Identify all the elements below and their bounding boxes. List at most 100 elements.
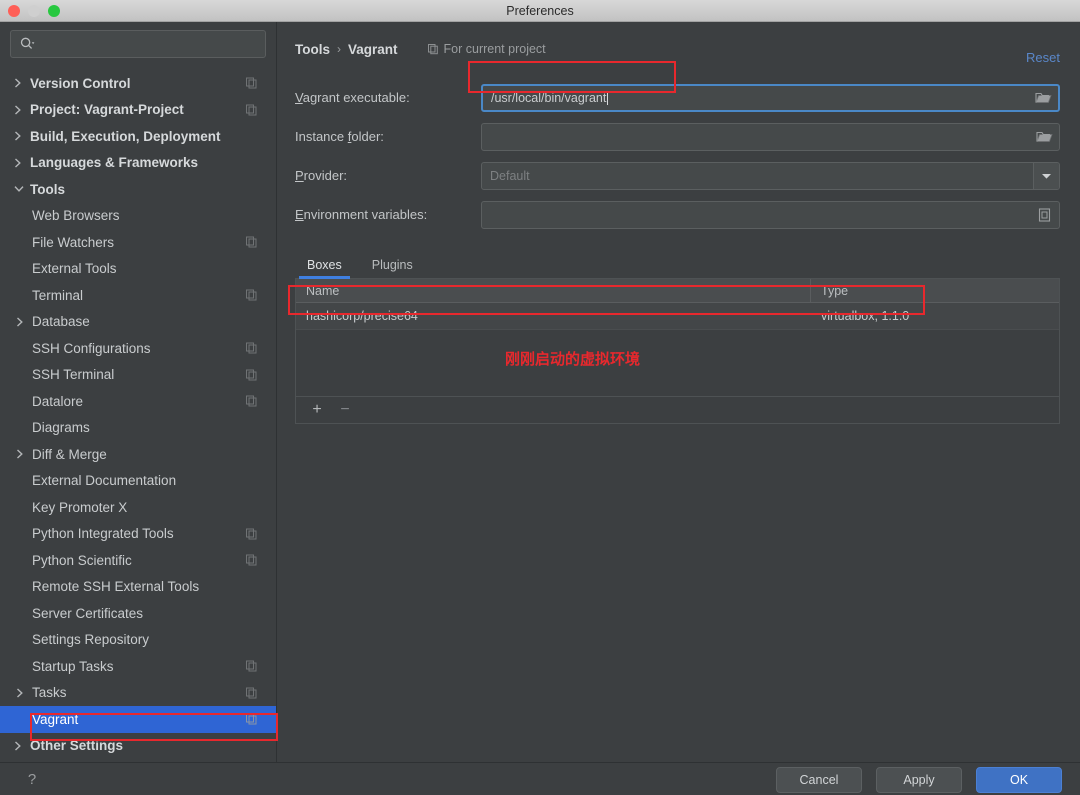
scope-note-label: For current project (443, 42, 546, 56)
sidebar-item-label: File Watchers (32, 234, 115, 250)
sidebar-item-settings-repository[interactable]: Settings Repository (0, 627, 276, 654)
copy-settings-icon[interactable] (245, 236, 258, 249)
sidebar-item-tasks[interactable]: Tasks (0, 680, 276, 707)
form-row-vagrant-executable: Vagrant executable: /usr/local/bin/vagran… (295, 78, 1060, 117)
vagrant-settings-form: Vagrant executable: /usr/local/bin/vagran… (295, 78, 1060, 234)
sidebar-item-vagrant[interactable]: Vagrant (0, 706, 276, 733)
tab-plugins[interactable]: Plugins (360, 252, 425, 278)
sidebar-item-label: Tools (30, 181, 65, 197)
apply-button[interactable]: Apply (876, 767, 962, 793)
copy-settings-icon[interactable] (245, 342, 258, 355)
search-box[interactable] (10, 30, 266, 58)
breadcrumb: Tools › Vagrant For current project (295, 40, 1060, 58)
folder-browse-icon[interactable] (1034, 128, 1054, 146)
sidebar-item-datalore[interactable]: Datalore (0, 388, 276, 415)
cell-box-name: hashicorp/precise64 (306, 309, 418, 323)
add-box-button[interactable]: + (308, 401, 326, 419)
sidebar-item-build-execution-deployment[interactable]: Build, Execution, Deployment (0, 123, 276, 150)
sidebar-item-version-control[interactable]: Version Control (0, 70, 276, 97)
sidebar-item-label: SSH Configurations (32, 340, 151, 356)
sidebar-item-tools[interactable]: Tools (0, 176, 276, 203)
chevron-right-icon[interactable] (14, 105, 30, 115)
sidebar-item-external-documentation[interactable]: External Documentation (0, 468, 276, 495)
chevron-right-icon[interactable] (14, 158, 30, 168)
sidebar-item-label: Diagrams (32, 420, 90, 436)
sidebar-item-label: SSH Terminal (32, 367, 115, 383)
column-header-name[interactable]: Name (296, 279, 811, 302)
sidebar-item-label: Diff & Merge (32, 446, 107, 462)
chevron-right-icon[interactable] (16, 688, 32, 698)
input-provider[interactable]: Default (481, 161, 1060, 190)
sidebar-item-label: Build, Execution, Deployment (30, 128, 221, 144)
chevron-down-icon[interactable] (14, 185, 30, 193)
chevron-right-icon[interactable] (14, 131, 30, 141)
sidebar-item-database[interactable]: Database (0, 309, 276, 336)
sidebar-item-label: Settings Repository (32, 632, 150, 648)
sidebar-item-ssh-terminal[interactable]: SSH Terminal (0, 362, 276, 389)
copy-settings-icon[interactable] (245, 368, 258, 381)
table-row[interactable]: hashicorp/precise64 virtualbox, 1.1.0 (296, 303, 1059, 330)
cancel-button[interactable]: Cancel (776, 767, 862, 793)
chevron-right-icon[interactable] (14, 78, 30, 88)
form-row-environment-variables: Environment variables: (295, 195, 1060, 234)
label-instance-folder: Instance folder: (295, 129, 384, 144)
sidebar-item-key-promoter-x[interactable]: Key Promoter X (0, 494, 276, 521)
copy-settings-icon[interactable] (245, 103, 258, 116)
sidebar-item-ssh-configurations[interactable]: SSH Configurations (0, 335, 276, 362)
ok-button[interactable]: OK (976, 767, 1062, 793)
label-vagrant-executable: Vagrant executable: (295, 90, 410, 105)
window-body: Version Control Project: Vagrant-Project B… (0, 22, 1080, 795)
sidebar-item-label: Datalore (32, 393, 84, 409)
expand-editor-icon[interactable] (1034, 206, 1054, 224)
sidebar-item-file-watchers[interactable]: File Watchers (0, 229, 276, 256)
chevron-right-icon[interactable] (16, 449, 32, 459)
copy-settings-icon[interactable] (245, 686, 258, 699)
window-titlebar: Preferences (0, 0, 1080, 22)
chevron-right-icon[interactable] (14, 741, 30, 751)
sidebar-item-label: Server Certificates (32, 605, 144, 621)
folder-browse-icon[interactable] (1033, 89, 1053, 107)
copy-settings-icon[interactable] (245, 77, 258, 90)
search-input[interactable] (35, 37, 265, 51)
breadcrumb-parent[interactable]: Tools (295, 42, 330, 57)
copy-settings-icon[interactable] (245, 660, 258, 673)
settings-tree: Version Control Project: Vagrant-Project B… (0, 64, 276, 759)
table-empty-area (296, 330, 1059, 396)
copy-settings-icon[interactable] (245, 527, 258, 540)
sidebar-item-python-scientific[interactable]: Python Scientific (0, 547, 276, 574)
remove-box-button[interactable]: − (336, 401, 354, 419)
sidebar-item-other-settings[interactable]: Other Settings (0, 733, 276, 760)
search-container (0, 22, 276, 64)
sidebar-item-remote-ssh-external-tools[interactable]: Remote SSH External Tools (0, 574, 276, 601)
sidebar-item-diagrams[interactable]: Diagrams (0, 415, 276, 442)
sidebar-item-languages-frameworks[interactable]: Languages & Frameworks (0, 150, 276, 177)
sidebar-item-startup-tasks[interactable]: Startup Tasks (0, 653, 276, 680)
sidebar-item-diff-merge[interactable]: Diff & Merge (0, 441, 276, 468)
column-header-type[interactable]: Type (811, 279, 1059, 302)
copy-settings-icon[interactable] (245, 289, 258, 302)
text-caret (607, 90, 609, 105)
chevron-right-icon[interactable] (16, 317, 32, 327)
sidebar-item-label: Vagrant (32, 711, 79, 727)
sidebar-item-web-browsers[interactable]: Web Browsers (0, 203, 276, 230)
copy-settings-icon[interactable] (245, 395, 258, 408)
help-icon[interactable]: ? (22, 769, 42, 789)
sidebar-item-label: Remote SSH External Tools (32, 579, 200, 595)
input-vagrant-executable[interactable]: /usr/local/bin/vagrant (481, 83, 1060, 112)
sidebar-item-python-integrated-tools[interactable]: Python Integrated Tools (0, 521, 276, 548)
sidebar-item-external-tools[interactable]: External Tools (0, 256, 276, 283)
input-environment-variables[interactable] (481, 200, 1060, 229)
tab-boxes[interactable]: Boxes (295, 252, 354, 279)
reset-link[interactable]: Reset (1026, 50, 1060, 65)
sidebar-item-label: External Tools (32, 261, 117, 277)
copy-settings-icon[interactable] (245, 554, 258, 567)
sidebar-item-label: Terminal (32, 287, 84, 303)
sidebar-item-terminal[interactable]: Terminal (0, 282, 276, 309)
sidebar-item-label: Other Settings (30, 738, 124, 754)
copy-settings-icon[interactable] (245, 713, 258, 726)
sidebar-item-server-certificates[interactable]: Server Certificates (0, 600, 276, 627)
sidebar-item-project-vagrant-project[interactable]: Project: Vagrant-Project (0, 97, 276, 124)
input-instance-folder[interactable] (481, 122, 1060, 151)
table-header-row: Name Type (296, 279, 1059, 303)
chevron-down-icon[interactable] (1033, 162, 1059, 189)
